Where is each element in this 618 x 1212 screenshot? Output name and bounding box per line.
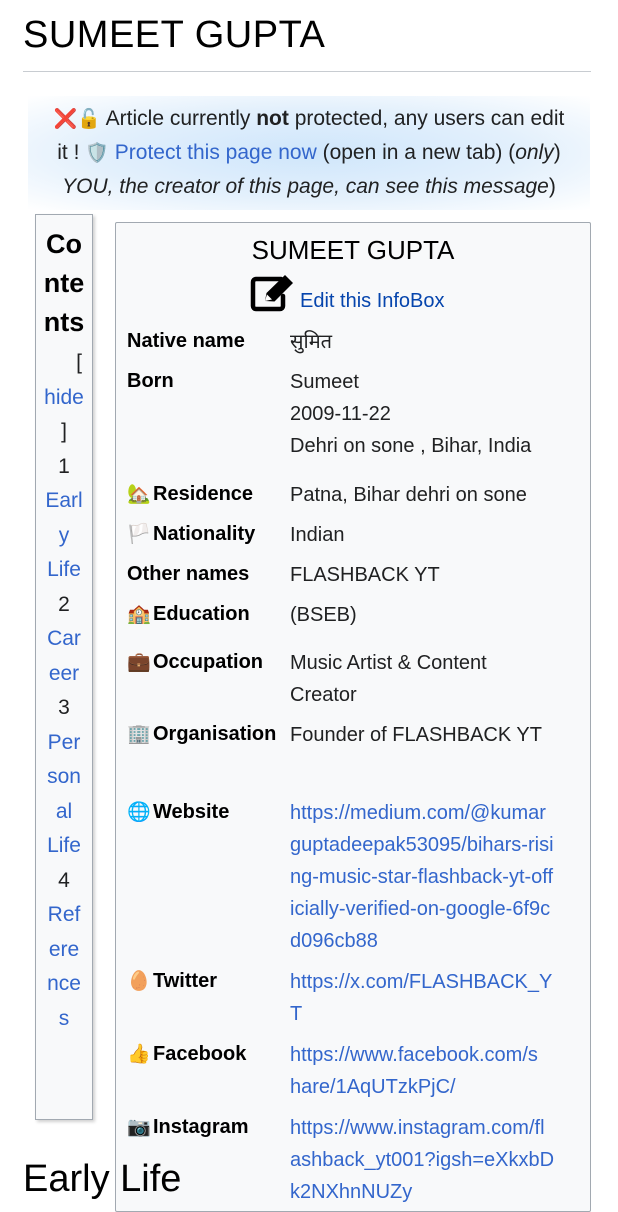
toc-number: 1	[58, 454, 70, 478]
toc-item-personal-life[interactable]: Per son al Life	[36, 726, 92, 864]
school-icon: 🏫	[127, 603, 151, 625]
edit-infobox-link[interactable]: Edit this InfoBox	[300, 290, 445, 312]
shield-icon: 🛡️	[85, 142, 109, 164]
row-label: 🥚 Twitter	[127, 966, 217, 996]
toc-item-references[interactable]: Ref ere nce s	[36, 898, 92, 1036]
protect-page-link[interactable]: Protect this page now	[115, 141, 317, 164]
row-label: 👍 Facebook	[127, 1039, 246, 1069]
notice-text-3: it !	[57, 141, 86, 164]
edit-icon[interactable]	[250, 274, 296, 312]
row-value: (BSEB)	[290, 604, 357, 626]
row-label: 📷 Instagram	[127, 1112, 249, 1142]
house-icon: 🏡	[127, 483, 151, 505]
section-heading-early-life: Early Life	[23, 1158, 182, 1200]
row-label: Native name	[127, 330, 245, 352]
row-value: Music Artist & Content Creator	[290, 652, 487, 706]
toc-item-early-life[interactable]: Earl y Life	[36, 484, 92, 588]
row-label: 🏢 Organisation	[127, 719, 276, 749]
row-value: Patna, Bihar dehri on sone	[290, 484, 527, 506]
notice-text-1: Article currently	[105, 107, 257, 130]
toc-number: 4	[58, 868, 70, 892]
row-label: 💼 Occupation	[127, 647, 263, 677]
row-value: Founder of FLASHBACK YT	[290, 724, 542, 746]
briefcase-icon: 💼	[127, 651, 151, 673]
toc-hide-close: ]	[61, 420, 67, 443]
protection-notice: ❌🔓 Article currently not protected, any …	[28, 96, 590, 210]
row-value: FLASHBACK YT	[290, 564, 440, 586]
twitter-link[interactable]: https://x.com/FLASHBACK_Y T	[290, 966, 586, 1030]
thumbs-up-icon: 👍	[127, 1043, 151, 1065]
facebook-link[interactable]: https://www.facebook.com/s hare/1AqUTzkP…	[290, 1039, 586, 1103]
row-label: 🏳️ Nationality	[127, 519, 255, 549]
row-value: Sumeet 2009-11-22 Dehri on sone , Bihar,…	[290, 371, 532, 457]
instagram-link[interactable]: https://www.instagram.com/fl ashback_yt0…	[290, 1112, 586, 1208]
notice-text-bold: not	[256, 107, 289, 130]
notice-text-4: (open in a new tab) (	[316, 141, 516, 164]
row-label: Born	[127, 370, 174, 392]
globe-icon: 🌐	[127, 801, 151, 823]
row-label: 🌐 Website	[127, 797, 229, 827]
toc-item-career[interactable]: Car eer	[36, 622, 92, 691]
infobox-title: SUMEET GUPTA	[251, 235, 455, 265]
row-label: Other names	[127, 563, 250, 585]
notice-italic-b: YOU, the creator of this page, can see t…	[62, 175, 549, 198]
camera-icon: 📷	[127, 1116, 151, 1138]
toc-title: Contents	[43, 229, 85, 337]
flag-icon: 🏳️	[127, 523, 151, 545]
egg-icon: 🥚	[127, 970, 151, 992]
toc-number: 2	[58, 592, 70, 616]
notice-text-5: )	[548, 175, 556, 198]
toc-hide-open: [	[76, 351, 82, 374]
edit-infobox-button[interactable]: Edit this InfoBox	[250, 274, 445, 312]
toc-number: 3	[58, 696, 70, 719]
title-divider	[23, 71, 591, 72]
table-of-contents: Contents [ hide ] 1 Earl y Life 2 Car eer 3…	[35, 214, 93, 1120]
page-title: SUMEET GUPTA	[23, 14, 326, 56]
notice-text-2: protected, any users can edit	[288, 107, 565, 130]
infobox: SUMEET GUPTA Edit this InfoBox Native na…	[115, 222, 591, 1212]
row-label: 🏫 Education	[127, 599, 250, 629]
notice-italic-a: only	[515, 141, 554, 164]
website-link[interactable]: https://medium.com/@kumar guptadeepak530…	[290, 797, 586, 957]
office-building-icon: 🏢	[127, 723, 151, 745]
toc-hide-toggle[interactable]: hide	[44, 386, 84, 409]
unprotected-lock-icon: ❌🔓	[53, 108, 101, 130]
row-label: 🏡 Residence	[127, 479, 253, 509]
row-value: सुमित	[290, 331, 333, 353]
row-value: Indian	[290, 524, 345, 546]
